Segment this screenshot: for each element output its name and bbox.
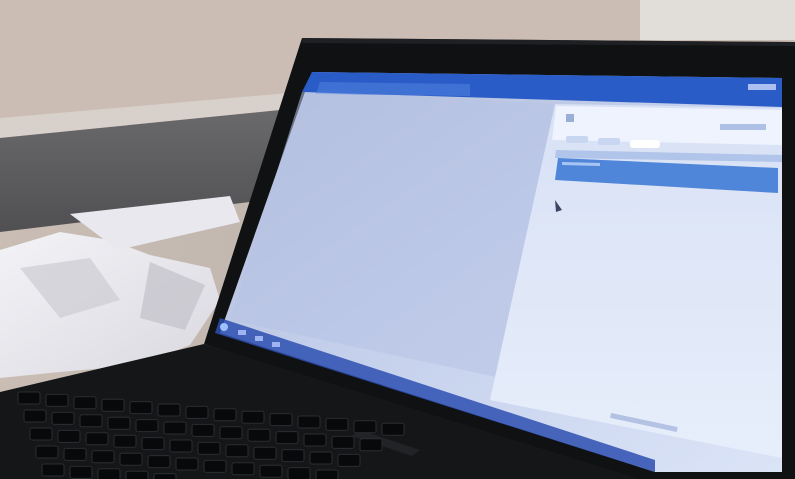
keyboard-key[interactable] [297,415,321,429]
keyboard-key[interactable] [169,439,193,453]
keyboard-key[interactable] [101,398,125,412]
keyboard-key[interactable] [191,423,215,437]
keyboard-key[interactable] [241,410,265,424]
keyboard-key[interactable] [73,396,97,410]
keyboard-key[interactable] [315,469,339,479]
keyboard-key[interactable] [107,416,131,430]
pane-icon [566,114,574,122]
keyboard-key[interactable] [129,401,153,415]
keyboard-key[interactable] [135,419,159,433]
keyboard-key[interactable] [41,463,65,477]
keyboard-key[interactable] [91,450,115,464]
window-controls-icon[interactable] [748,84,776,90]
keyboard-key[interactable] [185,405,209,419]
keyboard-key[interactable] [247,428,271,442]
keyboard-key[interactable] [63,447,87,461]
keyboard-key[interactable] [353,420,377,434]
keyboard-key[interactable] [57,429,81,443]
keyboard-key[interactable] [153,473,177,479]
keyboard-key[interactable] [35,445,59,459]
keyboard-key[interactable] [29,427,53,441]
tab[interactable] [630,140,660,148]
taskbar-icon[interactable] [272,342,280,347]
keyboard-key[interactable] [113,434,137,448]
keyboard-key[interactable] [141,437,165,451]
keyboard-key[interactable] [259,464,283,478]
keyboard-key[interactable] [45,393,69,407]
keyboard-key[interactable] [97,468,121,479]
keyboard-key[interactable] [17,391,41,405]
keyboard-key[interactable] [79,414,103,428]
laptop-photo [0,0,795,479]
keyboard-key[interactable] [325,417,349,431]
keyboard-key[interactable] [197,441,221,455]
tab[interactable] [598,138,620,145]
keyboard-key[interactable] [175,457,199,471]
keyboard-key[interactable] [281,449,305,463]
keyboard-key[interactable] [163,421,187,435]
keyboard-key[interactable] [303,433,327,447]
keyboard-key[interactable] [309,451,333,465]
pane-status-text [720,124,766,130]
keyboard-key[interactable] [359,438,383,452]
keyboard-key[interactable] [381,422,405,436]
keyboard-key[interactable] [231,462,255,476]
keyboard-key[interactable] [69,465,93,479]
keyboard-key[interactable] [331,435,355,449]
keyboard-key[interactable] [125,470,149,479]
keyboard-key[interactable] [51,411,75,425]
wall-light [640,0,795,40]
keyboard-key[interactable] [219,426,243,440]
keyboard-key[interactable] [287,467,311,479]
keyboard-key[interactable] [213,408,237,422]
photo-frame [0,0,795,479]
keyboard-key[interactable] [253,446,277,460]
keyboard-key[interactable] [203,459,227,473]
taskbar-icon[interactable] [238,330,246,335]
taskbar-icon[interactable] [255,336,263,341]
keyboard-key[interactable] [147,455,171,469]
tab[interactable] [566,136,588,143]
keyboard-key[interactable] [119,452,143,466]
keyboard-key[interactable] [85,432,109,446]
keyboard-key[interactable] [225,444,249,458]
start-orb-icon[interactable] [220,323,228,331]
keyboard-key[interactable] [157,403,181,417]
keyboard-key[interactable] [23,409,47,423]
keyboard-key[interactable] [275,431,299,445]
keyboard-key[interactable] [337,453,361,467]
keyboard-key[interactable] [269,413,293,427]
